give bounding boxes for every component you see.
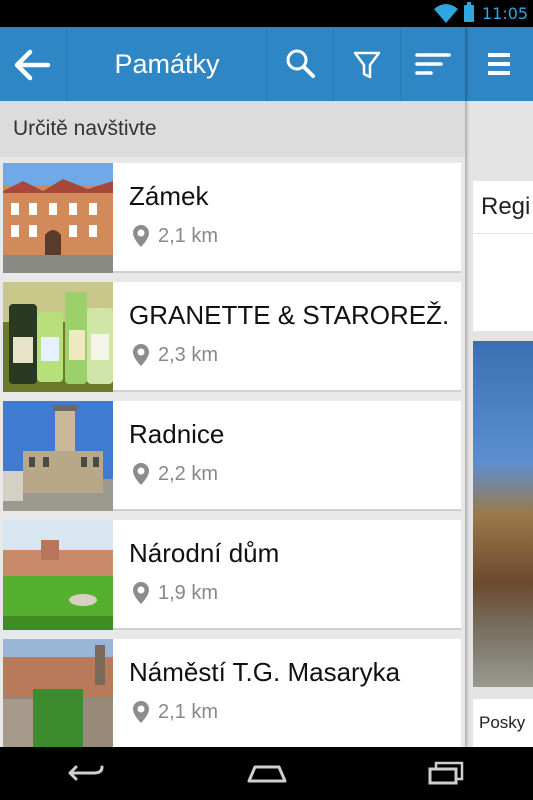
place-distance: 2,2 km	[158, 463, 219, 485]
section-header: Určitě navštivte	[0, 101, 465, 157]
place-distance: 1,9 km	[158, 582, 219, 604]
list-item[interactable]: Radnice 2,2 km	[3, 401, 461, 511]
region-card-title: Regi	[481, 193, 531, 220]
location-pin-icon	[133, 463, 149, 485]
search-button[interactable]	[267, 27, 333, 101]
recents-icon[interactable]	[426, 761, 466, 785]
menu-icon	[488, 53, 510, 57]
place-name: GRANETTE & STAROREŽ.	[129, 300, 450, 330]
divider	[66, 27, 67, 101]
main-panel: Památky Určitě navštivte Zámek 2,1 km GR…	[0, 27, 465, 747]
system-nav-bar	[0, 747, 533, 800]
place-thumbnail	[3, 639, 113, 747]
location-pin-icon	[133, 701, 149, 723]
section-title: Určitě navštivte	[13, 117, 157, 140]
location-pin-icon	[133, 225, 149, 247]
place-name: Zámek	[129, 181, 209, 211]
place-distance: 2,3 km	[158, 344, 219, 366]
list-item[interactable]: Národní dům 1,9 km	[3, 520, 461, 630]
filter-button[interactable]	[334, 27, 400, 101]
status-time: 11:05	[482, 4, 529, 23]
filter-icon	[353, 51, 381, 79]
side-panel: Regi Posky	[465, 27, 533, 747]
region-photo[interactable]	[473, 341, 533, 687]
menu-icon-bar	[488, 71, 510, 75]
place-name: Radnice	[129, 419, 225, 449]
list-item[interactable]: GRANETTE & STAROREŽ. 2,3 km	[3, 282, 461, 392]
home-icon[interactable]	[245, 761, 289, 785]
menu-button[interactable]	[465, 27, 533, 101]
divider	[473, 233, 533, 234]
sort-icon	[415, 53, 451, 75]
place-thumbnail	[3, 520, 113, 630]
list-item[interactable]: Náměstí T.G. Masaryka 2,1 km	[3, 639, 461, 747]
back-button[interactable]	[0, 27, 66, 101]
menu-icon-bar	[488, 62, 510, 66]
wifi-icon	[434, 4, 458, 23]
back-icon[interactable]	[66, 761, 106, 785]
place-distance: 2,1 km	[158, 701, 219, 723]
region-card[interactable]: Regi	[473, 181, 533, 331]
arrow-left-icon	[14, 49, 51, 81]
search-icon	[286, 49, 315, 78]
list-item[interactable]: Zámek 2,1 km	[3, 163, 461, 273]
battery-icon	[464, 2, 474, 22]
place-thumbnail	[3, 282, 113, 392]
place-name: Národní dům	[129, 538, 280, 568]
place-thumbnail	[3, 401, 113, 511]
location-pin-icon	[133, 582, 149, 604]
location-pin-icon	[133, 344, 149, 366]
place-distance: 2,1 km	[158, 225, 219, 247]
sort-button[interactable]	[401, 27, 465, 101]
place-thumbnail	[3, 163, 113, 273]
app-bar: Památky	[0, 27, 465, 101]
region-footer-text: Posky	[479, 713, 526, 732]
region-footer[interactable]: Posky	[473, 699, 533, 747]
place-name: Náměstí T.G. Masaryka	[129, 657, 401, 687]
status-bar: 11:05	[0, 0, 533, 27]
page-title: Památky	[114, 49, 220, 79]
